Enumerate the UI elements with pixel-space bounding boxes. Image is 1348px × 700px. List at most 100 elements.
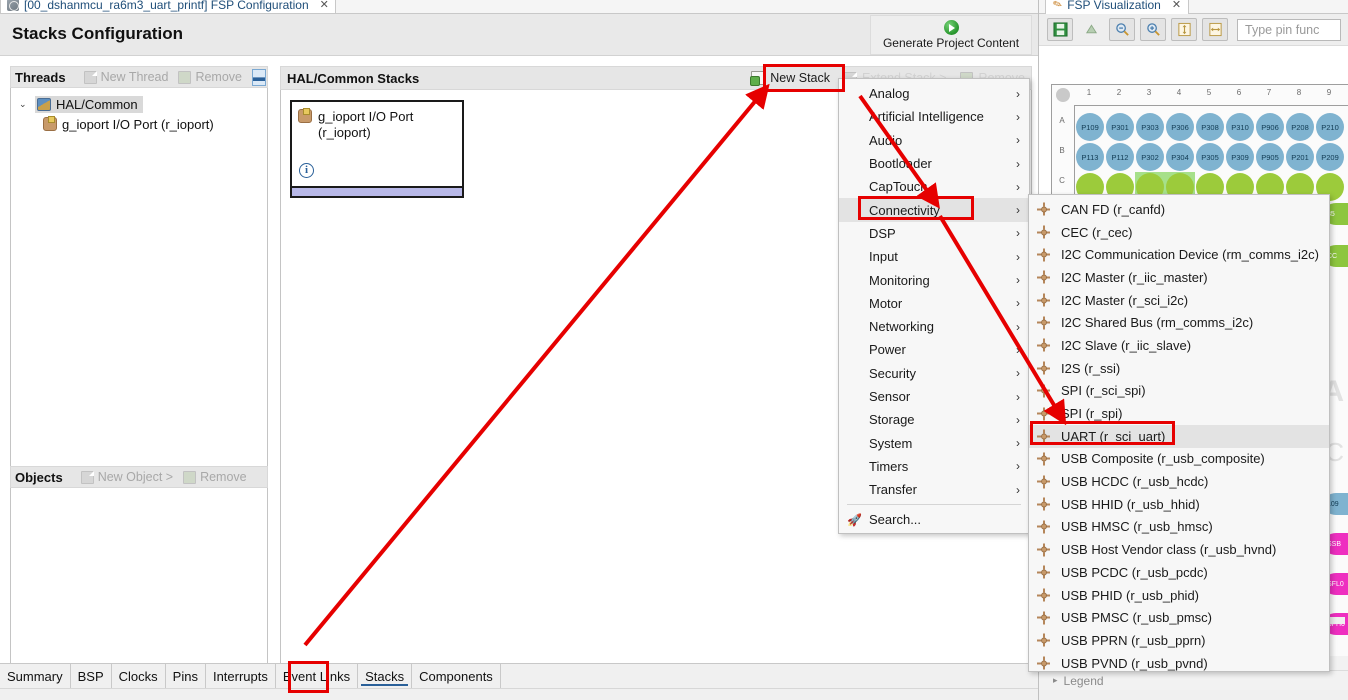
pin-cell[interactable]: P905	[1256, 143, 1284, 171]
pin-cell[interactable]: P305	[1196, 143, 1224, 171]
info-icon[interactable]: i	[299, 163, 314, 178]
submenu-item-i2c-shared-bus[interactable]: I2C Shared Bus (rm_comms_i2c)	[1029, 311, 1329, 334]
menu-item-storage[interactable]: Storage ›	[839, 408, 1029, 431]
pin-cell[interactable]: P208	[1286, 113, 1314, 141]
menu-item-bootloader[interactable]: Bootloader ›	[839, 152, 1029, 175]
tab-stacks[interactable]: Stacks	[358, 664, 413, 688]
submenu-item-usb-pmsc[interactable]: USB PMSC (r_usb_pmsc)	[1029, 606, 1329, 629]
new-stack-button[interactable]: New Stack	[750, 71, 830, 86]
submenu-item-usb-phid[interactable]: USB PHID (r_usb_phid)	[1029, 584, 1329, 607]
fit-width-button[interactable]	[1202, 18, 1228, 41]
submenu-item-usb-pprn[interactable]: USB PPRN (r_usb_pprn)	[1029, 629, 1329, 652]
submenu-item-i2c-master-sci[interactable]: I2C Master (r_sci_i2c)	[1029, 289, 1329, 312]
new-stack-menu[interactable]: Analog › Artificial Intelligence › Audio…	[838, 78, 1030, 534]
tree-node[interactable]: g_ioport I/O Port (r_ioport)	[43, 116, 214, 132]
pin-cell[interactable]: P303	[1136, 113, 1164, 141]
pin-cell[interactable]: P113	[1076, 143, 1104, 171]
menu-item-timers[interactable]: Timers ›	[839, 455, 1029, 478]
fit-height-button[interactable]	[1171, 18, 1197, 41]
tab-event-links[interactable]: Event Links	[276, 664, 359, 688]
stack-module-driver: (r_ioport)	[318, 125, 371, 140]
tab-summary[interactable]: Summary	[0, 664, 71, 688]
pin-cell[interactable]: P302	[1136, 143, 1164, 171]
submenu-item-cec[interactable]: CEC (r_cec)	[1029, 221, 1329, 244]
pin-cell[interactable]: P112	[1106, 143, 1134, 171]
submenu-item-i2c-master-iic[interactable]: I2C Master (r_iic_master)	[1029, 266, 1329, 289]
menu-item-monitoring[interactable]: Monitoring ›	[839, 268, 1029, 291]
menu-item-transfer[interactable]: Transfer ›	[839, 478, 1029, 501]
menu-item-artificial-intelligence[interactable]: Artificial Intelligence ›	[839, 105, 1029, 128]
submenu-item-usb-pcdc[interactable]: USB PCDC (r_usb_pcdc)	[1029, 561, 1329, 584]
submenu-item-usb-hmsc[interactable]: USB HMSC (r_usb_hmsc)	[1029, 516, 1329, 539]
close-icon[interactable]: ✕	[1172, 0, 1181, 11]
menu-item-dsp[interactable]: DSP ›	[839, 222, 1029, 245]
menu-item-networking[interactable]: Networking ›	[839, 315, 1029, 338]
sort-button[interactable]	[1078, 18, 1104, 41]
pin-cell[interactable]: P210	[1316, 113, 1344, 141]
submenu-item-i2c-communication-device[interactable]: I2C Communication Device (rm_comms_i2c)	[1029, 243, 1329, 266]
tab-interrupts[interactable]: Interrupts	[206, 664, 276, 688]
pin-cell[interactable]: P304	[1166, 143, 1194, 171]
close-icon[interactable]: ✕	[320, 0, 329, 11]
menu-item-security[interactable]: Security ›	[839, 362, 1029, 385]
pin-cell[interactable]: P310	[1226, 113, 1254, 141]
menu-item-sensor[interactable]: Sensor ›	[839, 385, 1029, 408]
save-image-button[interactable]	[1047, 18, 1073, 41]
tab-components[interactable]: Components	[412, 664, 501, 688]
menu-item-analog[interactable]: Analog ›	[839, 82, 1029, 105]
pin-cell[interactable]: P308	[1196, 113, 1224, 141]
grid-col-header: 3	[1146, 88, 1152, 97]
tree-item-hal-common[interactable]: ⌄ HAL/Common	[15, 94, 263, 114]
submenu-item-can-fd[interactable]: CAN FD (r_canfd)	[1029, 198, 1329, 221]
zoom-out-button[interactable]	[1109, 18, 1135, 41]
zoom-in-button[interactable]	[1140, 18, 1166, 41]
pin-cell[interactable]: P201	[1286, 143, 1314, 171]
new-thread-button[interactable]: New Thread	[83, 70, 168, 84]
submenu-item-usb-hcdc[interactable]: USB HCDC (r_usb_hcdc)	[1029, 470, 1329, 493]
menu-item-search[interactable]: 🚀 Search...	[839, 508, 1029, 531]
remove-thread-button[interactable]: Remove	[178, 70, 242, 84]
submenu-item-spi-sci[interactable]: SPI (r_sci_spi)	[1029, 380, 1329, 403]
submenu-item-usb-host-vendor-class[interactable]: USB Host Vendor class (r_usb_hvnd)	[1029, 538, 1329, 561]
menu-item-motor[interactable]: Motor ›	[839, 292, 1029, 315]
submenu-item-usb-hhid[interactable]: USB HHID (r_usb_hhid)	[1029, 493, 1329, 516]
tree-item-g-ioport[interactable]: g_ioport I/O Port (r_ioport)	[15, 114, 263, 134]
pin-function-search-input[interactable]: Type pin func	[1237, 18, 1341, 41]
stack-module-g-ioport[interactable]: g_ioport I/O Port (r_ioport) i	[290, 100, 464, 188]
menu-item-captouch[interactable]: CapTouch ›	[839, 175, 1029, 198]
grid-row-header: B	[1059, 146, 1065, 155]
menu-item-input[interactable]: Input ›	[839, 245, 1029, 268]
tab-fsp-visualization[interactable]: ✎ FSP Visualization ✕	[1045, 0, 1190, 14]
threads-tree: ⌄ HAL/Common g_ioport I/O Port (r_ioport…	[10, 88, 268, 473]
menu-item-audio[interactable]: Audio ›	[839, 129, 1029, 152]
submenu-item-uart[interactable]: UART (r_sci_uart)	[1029, 424, 1329, 448]
generate-project-content-button[interactable]: Generate Project Content	[870, 15, 1032, 55]
chevron-right-icon: ›	[1016, 342, 1020, 357]
menu-item-system[interactable]: System ›	[839, 431, 1029, 454]
pin-cell[interactable]: P309	[1226, 143, 1254, 171]
pin-cell[interactable]: P301	[1106, 113, 1134, 141]
tab-pins[interactable]: Pins	[166, 664, 206, 688]
objects-list[interactable]	[10, 488, 268, 664]
pin-cell[interactable]: P906	[1256, 113, 1284, 141]
tab-fsp-configuration[interactable]: [00_dshanmcu_ra6m3_uart_printf] FSP Conf…	[0, 0, 336, 13]
submenu-item-i2c-slave[interactable]: I2C Slave (r_iic_slave)	[1029, 334, 1329, 357]
submenu-item-usb-pvnd[interactable]: USB PVND (r_usb_pvnd)	[1029, 652, 1329, 675]
submenu-item-label: I2C Master (r_iic_master)	[1061, 269, 1208, 285]
tree-node-selected[interactable]: HAL/Common	[35, 95, 143, 113]
tab-bsp[interactable]: BSP	[71, 664, 112, 688]
menu-item-power[interactable]: Power ›	[839, 338, 1029, 361]
submenu-item-usb-composite[interactable]: USB Composite (r_usb_composite)	[1029, 448, 1329, 471]
tab-clocks[interactable]: Clocks	[112, 664, 166, 688]
remove-object-button[interactable]: Remove	[183, 470, 247, 484]
submenu-item-spi[interactable]: SPI (r_spi)	[1029, 402, 1329, 425]
submenu-item-i2s[interactable]: I2S (r_ssi)	[1029, 357, 1329, 380]
pin-cell[interactable]: P209	[1316, 143, 1344, 171]
connectivity-submenu[interactable]: CAN FD (r_canfd) CEC (r_cec) I2C Communi…	[1028, 194, 1330, 672]
collapse-all-icon[interactable]: ▬	[251, 68, 266, 86]
new-object-button[interactable]: New Object >	[80, 470, 173, 484]
pin-cell[interactable]: P109	[1076, 113, 1104, 141]
chevron-down-icon[interactable]: ⌄	[19, 99, 30, 110]
menu-item-connectivity[interactable]: Connectivity ›	[839, 198, 1029, 222]
pin-cell[interactable]: P306	[1166, 113, 1194, 141]
